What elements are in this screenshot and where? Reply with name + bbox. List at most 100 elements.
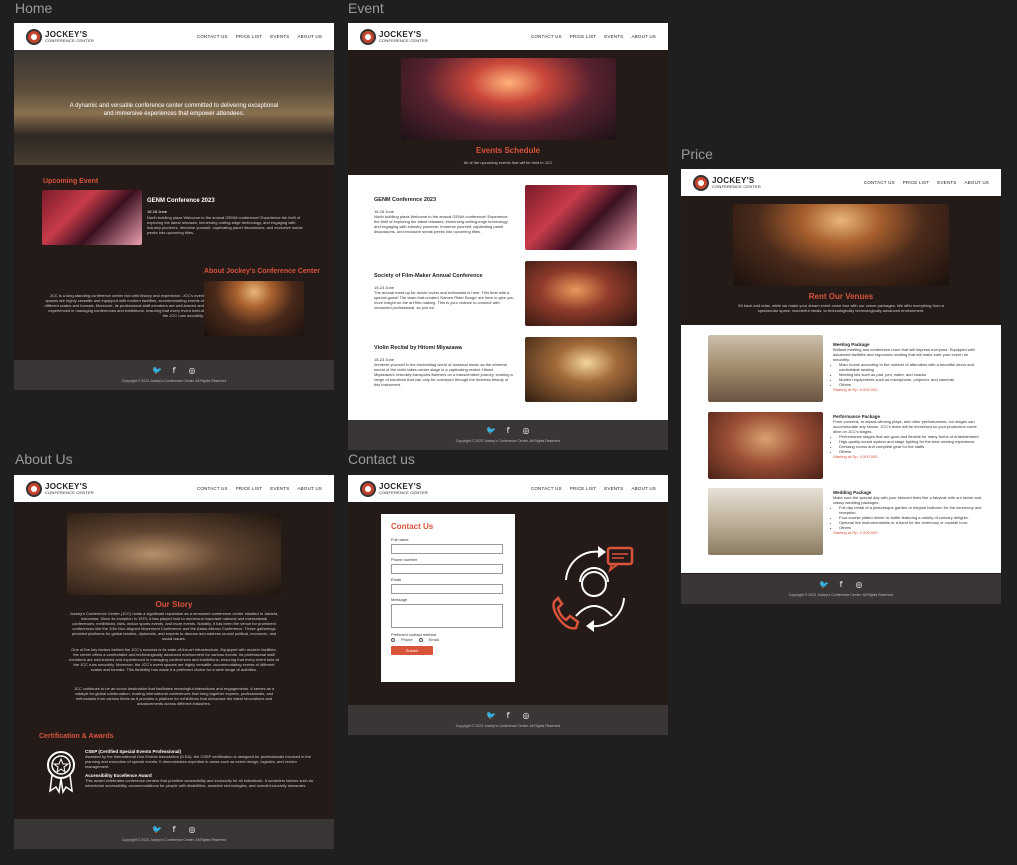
facebook-icon[interactable]: f — [504, 712, 512, 720]
nav-about[interactable]: ABOUT US — [297, 34, 322, 39]
nav-about[interactable]: ABOUT US — [631, 34, 656, 39]
nav-events[interactable]: EVENTS — [270, 34, 289, 39]
twitter-icon[interactable]: 🐦 — [819, 581, 829, 589]
package-card: Meeting Package Brilliant meeting and co… — [833, 342, 983, 392]
nav-contact[interactable]: CONTACT US — [197, 486, 228, 491]
nav-about[interactable]: ABOUT US — [964, 180, 989, 185]
facebook-icon[interactable]: f — [170, 367, 178, 375]
package-features: Full day rental of a picturesque garden … — [833, 505, 983, 530]
email-radio-label: Email — [428, 637, 439, 642]
nav-price[interactable]: PRICE LIST — [570, 34, 597, 39]
nav-events[interactable]: EVENTS — [270, 486, 289, 491]
nav-events[interactable]: EVENTS — [604, 486, 623, 491]
phone-input[interactable] — [391, 564, 503, 574]
event-item-title: Society of Film-Maker Annual Conference — [374, 273, 483, 279]
nav-price[interactable]: PRICE LIST — [903, 180, 930, 185]
nav-price[interactable]: PRICE LIST — [236, 34, 263, 39]
home-frame: JOCKEY'S CONFERENCE CENTER CONTACT US PRIC… — [14, 23, 334, 390]
copyright: Copyright © 2023 Jockey's Conference Cen… — [121, 379, 227, 383]
facebook-icon[interactable]: f — [837, 581, 845, 589]
phone-label: Phone number — [391, 557, 418, 562]
twitter-icon[interactable]: 🐦 — [486, 712, 496, 720]
cert-title: Certification & Awards — [39, 733, 114, 740]
instagram-icon[interactable]: ◎ — [522, 712, 530, 720]
logo[interactable]: JOCKEY'S CONFERENCE CENTER — [26, 28, 94, 45]
event-item-desc: Immerse yourself in the enchanting world… — [374, 362, 513, 387]
nav-about[interactable]: ABOUT US — [631, 486, 656, 491]
nav-contact[interactable]: CONTACT US — [531, 486, 562, 491]
package-card: Performance Package From concerts, to aw… — [833, 414, 983, 459]
story-title: Our Story — [155, 600, 193, 609]
twitter-icon[interactable]: 🐦 — [486, 427, 496, 435]
rent-subtitle: Sit back and relax, while we make your d… — [738, 303, 944, 313]
nav-events[interactable]: EVENTS — [937, 180, 956, 185]
brand-sub: CONFERENCE CENTER — [45, 37, 94, 43]
full-name-input[interactable] — [391, 544, 503, 554]
about-frame: JOCKEY'S CONFERENCE CENTER CONTACT US PRIC… — [14, 475, 334, 849]
message-label: Message — [391, 597, 408, 602]
logo[interactable]: JOCKEY'S CONFERENCE CENTER — [26, 480, 94, 497]
frame-label-about: About Us — [15, 451, 73, 467]
customer-support-icon — [546, 540, 644, 638]
footer: 🐦 f ◎ Copyright © 2023 Jockey's Conference… — [681, 574, 1001, 604]
submit-button[interactable]: Submit — [391, 646, 433, 655]
footer: 🐦 f ◎ Copyright © 2023 Jockey's Conference… — [348, 705, 668, 735]
brand-sub: CONFERENCE CENTER — [379, 37, 428, 43]
price-frame: JOCKEY'S CONFERENCE CENTER CONTACT US PRIC… — [681, 169, 1001, 604]
instagram-icon[interactable]: ◎ — [188, 826, 196, 834]
hero-text: A dynamic and versatile conference cente… — [69, 103, 279, 117]
instagram-icon[interactable]: ◎ — [522, 427, 530, 435]
message-textarea[interactable] — [391, 604, 503, 628]
navbar: JOCKEY'S CONFERENCE CENTER CONTACT US PRIC… — [14, 475, 334, 502]
logo-icon — [693, 174, 709, 191]
package-desc: Make sure the special day with your belo… — [833, 495, 982, 505]
cert1-desc: Awarded by the International Live Events… — [85, 754, 311, 769]
instagram-icon[interactable]: ◎ — [855, 581, 863, 589]
logo-icon — [360, 28, 376, 45]
rent-title: Rent Our Venues — [808, 292, 874, 301]
award-ribbon-icon — [44, 749, 79, 795]
copyright: Copyright © 2023 Jockey's Conference Cen… — [455, 439, 561, 443]
navbar: JOCKEY'S CONFERENCE CENTER CONTACT US PRIC… — [348, 475, 668, 502]
footer: 🐦 f ◎ Copyright © 2023 Jockey's Conference… — [348, 420, 668, 450]
logo[interactable]: JOCKEY'S CONFERENCE CENTER — [693, 174, 761, 191]
package-desc: Brilliant meeting and conference room th… — [833, 347, 975, 362]
cert-list: CSEP (Certified Special Events Professio… — [85, 749, 315, 788]
phone-radio[interactable] — [391, 637, 395, 642]
copyright: Copyright © 2023 Jockey's Conference Cen… — [788, 593, 894, 597]
about-image — [204, 281, 304, 336]
nav-about[interactable]: ABOUT US — [297, 486, 322, 491]
nav-contact[interactable]: CONTACT US — [531, 34, 562, 39]
nav-price[interactable]: PRICE LIST — [236, 486, 263, 491]
story-p2: One of the key factors behind the JCC's … — [69, 647, 279, 672]
event-title: GENM Conference 2023 — [147, 198, 215, 204]
email-input[interactable] — [391, 584, 503, 594]
facebook-icon[interactable]: f — [170, 826, 178, 834]
nav-contact[interactable]: CONTACT US — [864, 180, 895, 185]
price-hero-image — [733, 204, 949, 286]
package-image — [708, 335, 823, 402]
nav-events[interactable]: EVENTS — [604, 34, 623, 39]
package-features: Main rooms according to the number of at… — [833, 362, 983, 387]
nav-contact[interactable]: CONTACT US — [197, 34, 228, 39]
facebook-icon[interactable]: f — [504, 427, 512, 435]
twitter-icon[interactable]: 🐦 — [152, 367, 162, 375]
package-price: Starting at Rp. 5.000.000 — [833, 387, 878, 392]
frame-label-contact: Contact us — [348, 451, 415, 467]
brand-sub: CONFERENCE CENTER — [45, 489, 94, 495]
frame-label-event: Event — [348, 0, 384, 16]
instagram-icon[interactable]: ◎ — [188, 367, 196, 375]
feature-item: Optional live instrumentalists or a band… — [839, 520, 983, 525]
twitter-icon[interactable]: 🐦 — [152, 826, 162, 834]
event-item-image — [525, 185, 637, 250]
brand-sub: CONFERENCE CENTER — [379, 489, 428, 495]
package-desc: From concerts, to award-winning plays, a… — [833, 419, 977, 434]
email-radio[interactable] — [418, 637, 423, 642]
logo[interactable]: JOCKEY'S CONFERENCE CENTER — [360, 28, 428, 45]
navbar: JOCKEY'S CONFERENCE CENTER CONTACT US PRIC… — [14, 23, 334, 50]
full-name-label: Full name — [391, 537, 409, 542]
logo[interactable]: JOCKEY'S CONFERENCE CENTER — [360, 480, 428, 497]
navbar: JOCKEY'S CONFERENCE CENTER CONTACT US PRIC… — [681, 169, 1001, 196]
nav-price[interactable]: PRICE LIST — [570, 486, 597, 491]
events-schedule-title: Events Schedule — [475, 146, 541, 155]
